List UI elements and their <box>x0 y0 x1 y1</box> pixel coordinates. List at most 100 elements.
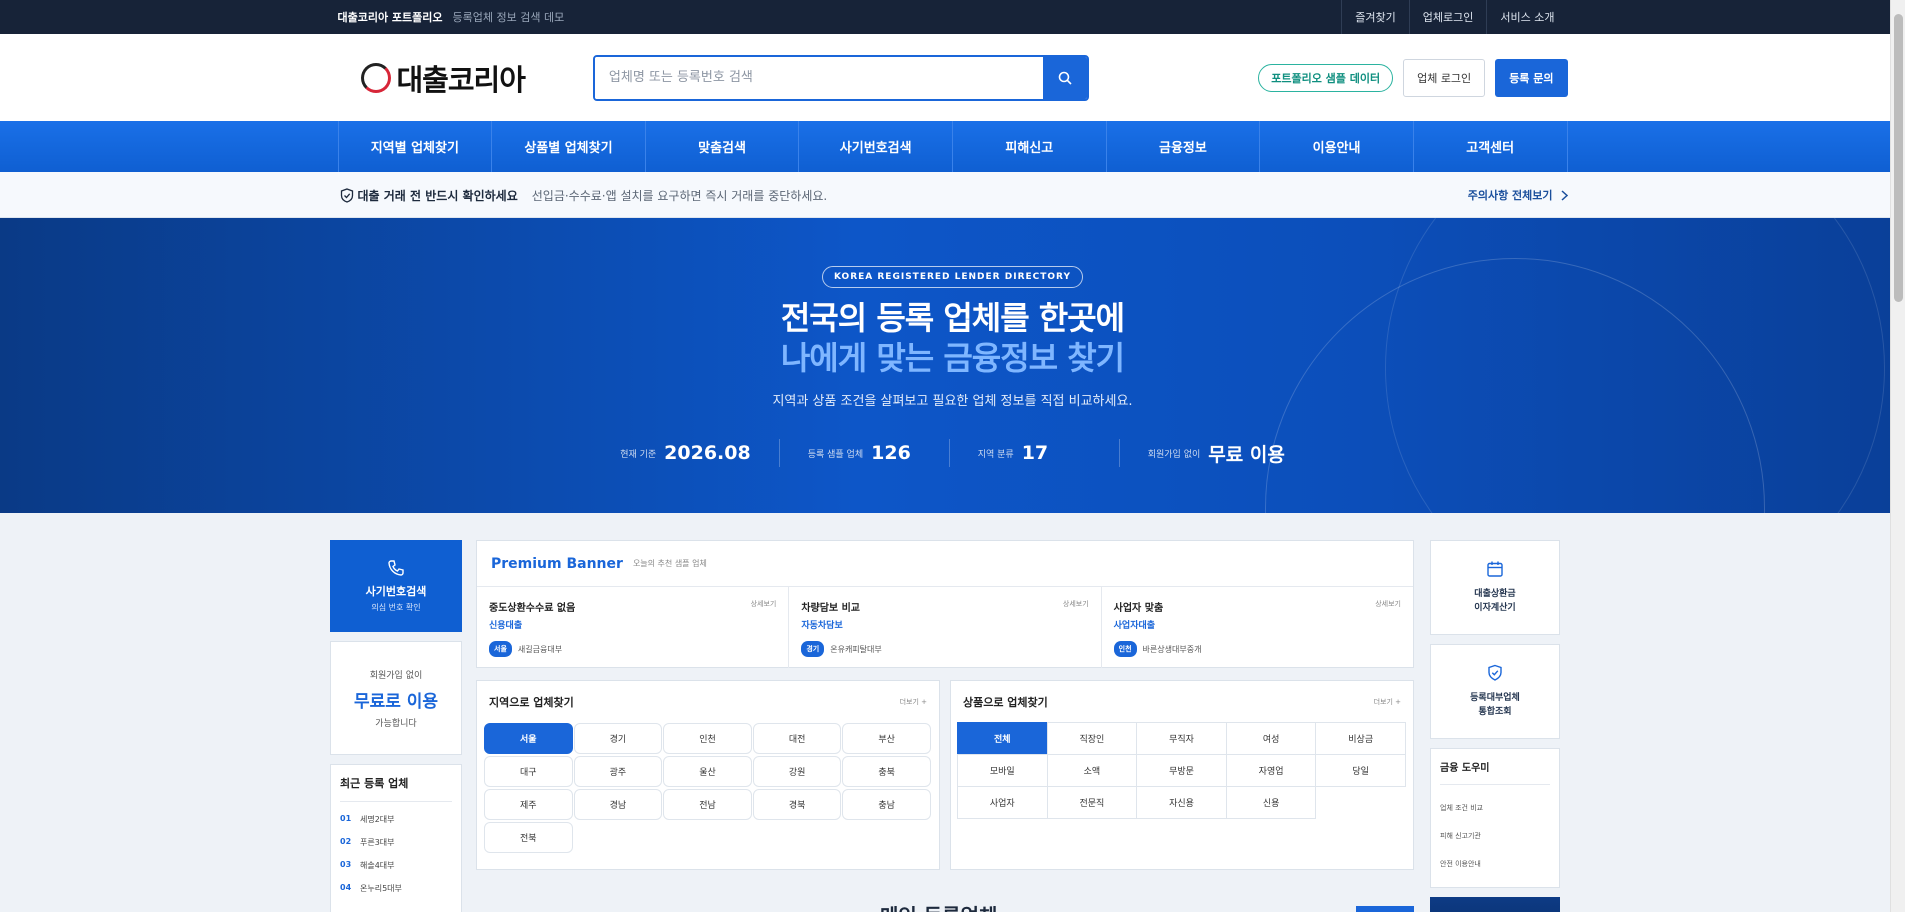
product-option[interactable]: 직장인 <box>1046 722 1138 755</box>
nav-custom-search[interactable]: 맞춤검색 <box>646 121 800 172</box>
product-option[interactable]: 자신용 <box>1136 786 1227 819</box>
search-icon <box>1058 71 1072 85</box>
region-option[interactable]: 대구 <box>484 756 573 787</box>
list-item[interactable]: 01 세명2대부 <box>340 814 452 825</box>
finance-helper-link[interactable]: 업체 조건 비교 <box>1440 803 1550 813</box>
region-option[interactable]: 제주 <box>484 789 573 820</box>
region-option[interactable]: 울산 <box>663 756 752 787</box>
region-option[interactable]: 강원 <box>752 756 842 787</box>
top-subtitle: 등록업체 정보 검색 데모 <box>452 11 565 24</box>
nav-finance-info[interactable]: 금융정보 <box>1107 121 1261 172</box>
finance-helper-link[interactable]: 피해 신고기관 <box>1440 831 1550 841</box>
region-option[interactable]: 인천 <box>663 723 752 754</box>
region-option[interactable]: 경북 <box>752 789 842 820</box>
product-grid: 전체 직장인 무직자 여성 비상금모바일 소액 무방문 자영업 당일사업자 전문직 자신용 신용 <box>951 722 1413 819</box>
stat-value: 126 <box>871 442 911 464</box>
card-category: 신용대출 <box>489 621 523 631</box>
region-option[interactable]: 전남 <box>663 789 752 820</box>
premium-card[interactable]: 차량담보 비교 자동차담보 상세보기 경기 온유캐피탈대부 <box>788 587 1100 668</box>
phone-icon <box>388 560 404 576</box>
region-option[interactable]: 부산 <box>842 723 931 754</box>
product-option[interactable]: 모바일 <box>957 754 1048 787</box>
list-item[interactable]: 02 푸른3대부 <box>340 837 452 848</box>
card-category: 사업자대출 <box>1113 621 1156 631</box>
card-detail-link[interactable]: 상세보기 <box>1063 599 1089 609</box>
product-option[interactable]: 전체 <box>957 722 1048 755</box>
region-option[interactable]: 서울 <box>484 723 573 754</box>
free-use-card: 회원가입 없이 무료로 이용 가능합니다 <box>330 641 462 755</box>
fraud-search-card[interactable]: 사기번호검색 의심 번호 확인 <box>330 540 462 632</box>
stat-item: 지역 분류 17 <box>948 439 1119 467</box>
region-option[interactable]: 전북 <box>484 822 573 853</box>
product-option[interactable]: 비상금 <box>1315 722 1406 755</box>
search-input[interactable] <box>594 56 1043 99</box>
nav-customer-center[interactable]: 고객센터 <box>1414 121 1568 172</box>
notice-more-link[interactable]: 주의사항 전체보기 <box>1468 187 1568 203</box>
vertical-scrollbar[interactable] <box>1890 0 1905 912</box>
nav-fraud-search[interactable]: 사기번호검색 <box>799 121 953 172</box>
scrollbar-thumb[interactable] <box>1894 14 1903 302</box>
nav-damage-report[interactable]: 피해신고 <box>953 121 1107 172</box>
logo[interactable]: 대출코리아 <box>360 57 526 99</box>
list-item[interactable]: 03 해솔4대부 <box>340 860 452 871</box>
company-name: 바른상생대부중개 <box>1142 644 1202 654</box>
shield-check-icon <box>1488 664 1502 681</box>
stat-item: 현재 기준 2026.08 <box>592 439 779 467</box>
company-login-button[interactable]: 업체 로그인 <box>1403 58 1486 97</box>
recent-companies: 최근 등록 업체 01 세명2대부 02 푸른3대부 03 해솔4대부 04 온누리5대… <box>330 764 462 912</box>
region-option[interactable]: 대전 <box>752 723 842 754</box>
stat-label: 회원가입 없이 <box>1147 449 1201 460</box>
rank-number: 04 <box>340 883 352 892</box>
top-bar: 대출코리아 포트폴리오 등록업체 정보 검색 데모 즐겨찾기 업체로그인 서비스… <box>0 0 1905 34</box>
product-option[interactable]: 신용 <box>1225 786 1317 819</box>
product-option[interactable]: 무방문 <box>1136 754 1227 787</box>
card-detail-link[interactable]: 상세보기 <box>751 599 777 609</box>
register-inquiry-button[interactable]: 등록 문의 <box>1495 58 1568 97</box>
logo-text: 대출코리아 <box>396 62 526 97</box>
lender-lookup-card[interactable]: 등록대부업체 통합조회 <box>1430 644 1560 739</box>
region-option[interactable]: 경남 <box>573 789 663 820</box>
search-box <box>592 54 1089 101</box>
loan-calculator-card[interactable]: 대출상환금 이자계산기 <box>1430 540 1560 635</box>
tool-label: 대출상환금 이자계산기 <box>1474 589 1516 613</box>
card-detail-link[interactable]: 상세보기 <box>1375 599 1401 609</box>
region-option[interactable]: 충북 <box>842 756 931 787</box>
free-use-text: 회원가입 없이 <box>369 670 423 681</box>
free-use-text: 가능합니다 <box>375 718 417 729</box>
product-option[interactable]: 무직자 <box>1136 722 1227 755</box>
card-name: 차량담보 비교 <box>801 603 861 614</box>
nav-region-search[interactable]: 지역별 업체찾기 <box>339 121 493 172</box>
nav-product-search[interactable]: 상품별 업체찾기 <box>492 121 646 172</box>
notice-text: 선입금·수수료·앱 설치를 요구하면 즉시 거래를 중단하세요. <box>531 188 828 203</box>
card-name: 중도상환수수료 없음 <box>489 603 576 614</box>
product-more-link[interactable]: 더보기 + <box>1374 697 1401 707</box>
search-button[interactable] <box>1042 56 1087 99</box>
premium-card[interactable]: 중도상환수수료 없음 신용대출 상세보기 서울 새길금융대부 <box>477 587 788 668</box>
region-option[interactable]: 광주 <box>573 756 663 787</box>
region-badge: 인천 <box>1113 641 1137 657</box>
product-option[interactable]: 당일 <box>1315 754 1406 787</box>
product-option[interactable]: 자영업 <box>1225 754 1317 787</box>
section-action-button[interactable] <box>1356 906 1414 912</box>
finance-helper-link[interactable]: 안전 이용안내 <box>1440 859 1550 869</box>
logo-mark-icon <box>360 62 391 93</box>
region-option[interactable]: 충남 <box>842 789 931 820</box>
list-item[interactable]: 04 온누리5대부 <box>340 883 452 894</box>
product-option[interactable]: 사업자 <box>957 786 1048 819</box>
product-option[interactable]: 여성 <box>1225 722 1317 755</box>
nav-guide[interactable]: 이용안내 <box>1260 121 1414 172</box>
fraud-search-title: 사기번호검색 <box>365 585 427 598</box>
company-name: 해솔4대부 <box>360 861 395 870</box>
region-option[interactable]: 경기 <box>573 723 663 754</box>
product-option[interactable]: 소액 <box>1046 754 1138 787</box>
product-option[interactable]: 전문직 <box>1046 786 1138 819</box>
side-banner[interactable] <box>1430 897 1560 912</box>
service-intro-link[interactable]: 서비스 소개 <box>1486 0 1567 34</box>
premium-card[interactable]: 사업자 맞춤 사업자대출 상세보기 인천 바른상생대부중개 <box>1100 587 1413 668</box>
region-more-link[interactable]: 더보기 + <box>900 697 927 707</box>
card-category: 자동차담보 <box>801 621 843 631</box>
portfolio-sample-button[interactable]: 포트폴리오 샘플 데이터 <box>1258 63 1394 92</box>
premium-banner: Premium Banner 오늘의 추천 샘플 업체 중도상환수수료 없음 신… <box>476 540 1414 668</box>
company-login-link[interactable]: 업체로그인 <box>1408 0 1487 34</box>
favorites-link[interactable]: 즐겨찾기 <box>1341 0 1408 34</box>
